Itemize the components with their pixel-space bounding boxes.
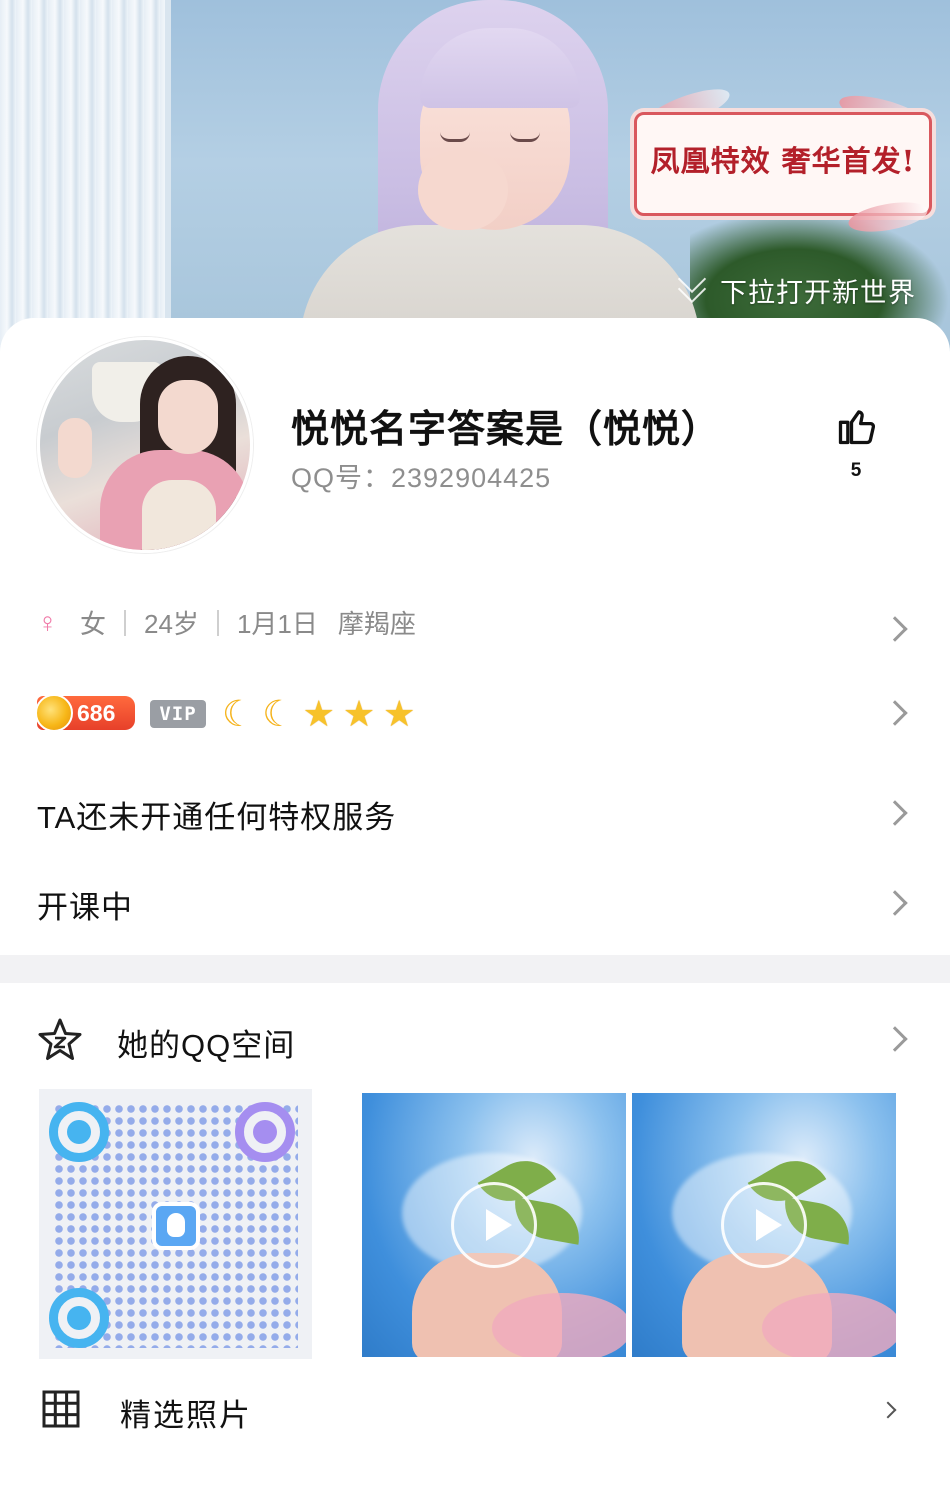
coin-level-badge: 686 — [35, 694, 135, 732]
qzone-star-icon — [38, 1018, 82, 1060]
qzone-photo-qrcode[interactable] — [39, 1089, 312, 1359]
chevron-right-icon — [882, 700, 908, 726]
double-chevron-down-icon — [676, 264, 710, 305]
qq-level-icons: ☾ ☾ ★ ★ ★ — [222, 690, 415, 738]
qq-number: QQ号：2392904425 — [291, 463, 552, 493]
featured-photos-label: 精选照片 — [120, 1398, 252, 1433]
promo-text: 凤凰特效 奢华首发! — [650, 144, 916, 178]
play-icon — [721, 1182, 807, 1268]
moon-icon: ☾ — [262, 693, 295, 734]
basic-info-row[interactable]: ♀ 女 24岁 1月1日 摩羯座 — [0, 598, 950, 648]
female-icon: ♀ — [37, 606, 58, 638]
grid-icon — [42, 1390, 80, 1428]
chevron-right-icon — [882, 1026, 908, 1052]
play-icon — [451, 1182, 537, 1268]
star-icon: ★ — [342, 693, 376, 734]
qzone-row[interactable]: 她的QQ空间 — [0, 1016, 950, 1068]
divider — [216, 609, 219, 636]
qzone-video-thumb[interactable] — [362, 1093, 626, 1357]
zodiac-text: 摩羯座 — [337, 609, 416, 639]
chevron-right-icon — [882, 800, 908, 826]
chevron-right-icon — [882, 616, 908, 642]
curtain-decoration — [0, 0, 165, 360]
birthday-text: 1月1日 — [236, 609, 318, 639]
coin-icon — [35, 694, 73, 732]
privilege-row[interactable]: TA还未开通任何特权服务 — [0, 790, 950, 840]
qr-finder — [235, 1102, 295, 1162]
star-icon: ★ — [383, 693, 416, 734]
like-count: 5 — [850, 460, 862, 481]
nickname: 悦悦名字答案是（悦悦） — [291, 409, 721, 451]
age-text: 24岁 — [144, 609, 199, 639]
level-badges-row[interactable]: 686 VIP ☾ ☾ ★ ★ ★ — [0, 686, 950, 742]
moon-icon: ☾ — [222, 693, 255, 734]
qzone-label: 她的QQ空间 — [117, 1028, 296, 1063]
profile-cover-banner[interactable]: 凤凰特效 奢华首发! 下拉打开新世界 — [0, 0, 950, 360]
like-button[interactable]: 5 — [830, 404, 886, 484]
qr-finder — [49, 1288, 109, 1348]
qq-penguin-icon — [152, 1202, 200, 1250]
thumbs-up-icon — [838, 410, 876, 445]
course-label: 开课中 — [37, 890, 133, 925]
phoenix-effect-promo[interactable]: 凤凰特效 奢华首发! — [628, 81, 938, 237]
avatar[interactable] — [37, 337, 253, 553]
qzone-video-thumb[interactable] — [632, 1093, 896, 1357]
coin-value: 686 — [77, 700, 116, 726]
pulldown-hint[interactable]: 下拉打开新世界 — [676, 264, 916, 308]
section-divider — [0, 955, 950, 983]
pulldown-hint-label: 下拉打开新世界 — [720, 277, 916, 308]
privilege-label: TA还未开通任何特权服务 — [37, 800, 397, 835]
chevron-right-icon — [879, 1401, 897, 1419]
qr-finder — [49, 1102, 109, 1162]
divider — [124, 609, 127, 636]
course-row[interactable]: 开课中 — [0, 880, 950, 930]
vip-badge: VIP — [150, 700, 206, 728]
gender-text: 女 — [80, 609, 107, 639]
chevron-right-icon — [882, 890, 908, 916]
featured-photos-row[interactable]: 精选照片 — [0, 1388, 950, 1440]
wall-decoration — [165, 0, 171, 360]
star-icon: ★ — [302, 693, 335, 734]
